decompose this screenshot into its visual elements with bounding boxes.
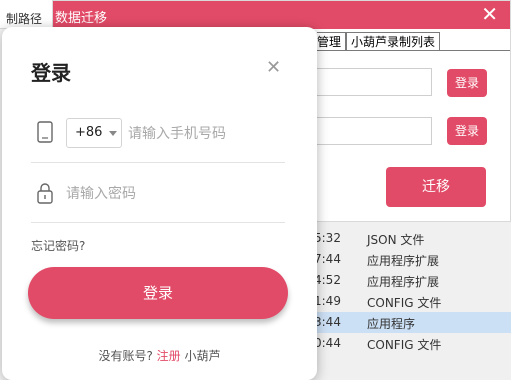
close-icon[interactable]: ✕ xyxy=(481,3,498,25)
brand-label: 小葫芦 xyxy=(184,349,221,363)
list-item[interactable]: 1:49 CONFIG 文件 xyxy=(300,291,511,312)
account-field-2[interactable] xyxy=(308,117,432,145)
login-button-2[interactable]: 登录 xyxy=(447,117,487,145)
file-time: 0:44 xyxy=(314,336,341,350)
login-button-1[interactable]: 登录 xyxy=(447,69,487,97)
file-type: JSON 文件 xyxy=(367,233,425,247)
file-time: 5:32 xyxy=(314,231,341,245)
file-type: 应用程序扩展 xyxy=(367,254,440,268)
tab-recording-list[interactable]: 小葫芦录制列表 xyxy=(346,32,441,50)
register-link[interactable]: 注册 xyxy=(157,349,181,363)
no-account-label: 没有账号? xyxy=(98,349,153,363)
close-icon[interactable]: ✕ xyxy=(266,58,281,78)
register-line: 没有账号? 注册 小葫芦 xyxy=(2,347,317,364)
file-type: CONFIG 文件 xyxy=(367,296,442,310)
migration-titlebar: 数据迁移 ✕ xyxy=(53,1,510,29)
country-code: +86 xyxy=(75,125,103,140)
login-button[interactable]: 登录 xyxy=(28,267,288,319)
login-title: 登录 xyxy=(31,61,71,85)
path-label: 制路径 xyxy=(6,12,43,26)
list-item-selected[interactable]: 3:44 应用程序 xyxy=(300,312,511,333)
file-time: 7:44 xyxy=(314,252,341,266)
login-dialog: 登录 ✕ +86 忘记密码? 登录 没有账号? 注册 小葫芦 xyxy=(2,27,317,380)
background-path-bar: 制路径 xyxy=(0,0,60,29)
chevron-down-icon xyxy=(109,131,117,136)
tab-manage[interactable]: 管理 xyxy=(317,32,347,50)
divider xyxy=(31,162,285,163)
file-type: CONFIG 文件 xyxy=(367,338,442,352)
divider xyxy=(31,222,285,223)
phone-input[interactable] xyxy=(128,124,278,144)
tab-bar: 管理 小葫芦录制列表 xyxy=(317,32,441,50)
country-code-select[interactable]: +86 xyxy=(66,118,122,148)
file-type: 应用程序 xyxy=(367,317,416,331)
list-item[interactable]: 4:52 应用程序扩展 xyxy=(300,270,511,291)
account-field-1[interactable] xyxy=(308,68,432,96)
forgot-password-link[interactable]: 忘记密码? xyxy=(31,237,85,254)
migration-title: 数据迁移 xyxy=(55,11,108,26)
list-item[interactable]: 7:44 应用程序扩展 xyxy=(300,249,511,270)
list-item[interactable]: 0:44 CONFIG 文件 xyxy=(300,333,511,354)
list-item[interactable]: 5:32 JSON 文件 xyxy=(300,228,511,249)
file-time: 3:44 xyxy=(314,315,341,329)
file-time: 1:49 xyxy=(314,294,341,308)
migrate-button[interactable]: 迁移 xyxy=(386,167,486,207)
file-type: 应用程序扩展 xyxy=(367,275,440,289)
phone-icon xyxy=(37,121,53,143)
lock-icon xyxy=(37,183,53,204)
file-time: 4:52 xyxy=(314,273,341,287)
password-input[interactable] xyxy=(66,184,266,204)
